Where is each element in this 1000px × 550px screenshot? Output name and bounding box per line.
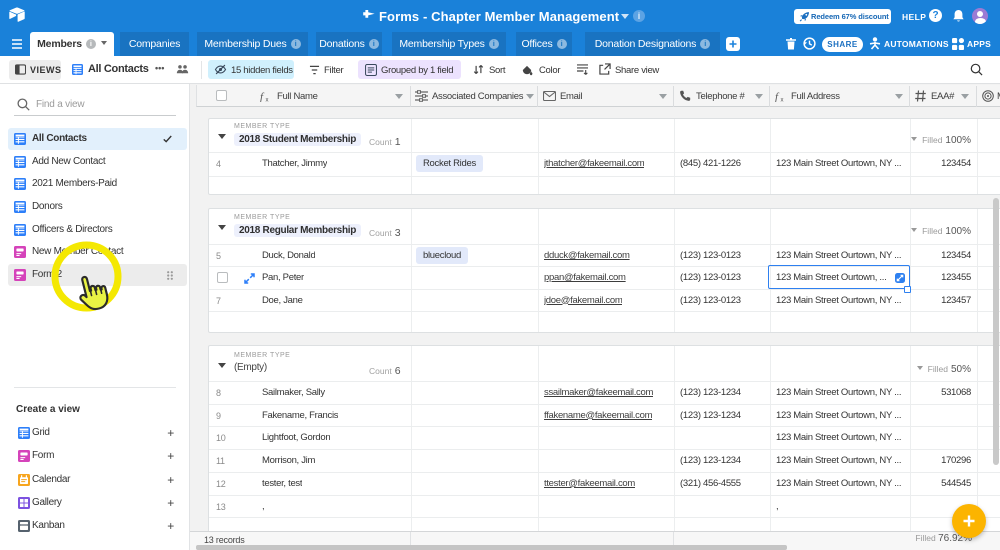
svg-text:x: x — [266, 98, 269, 103]
svg-text:x: x — [781, 98, 784, 103]
svg-text:f: f — [260, 91, 265, 102]
svg-text:f: f — [775, 91, 780, 102]
